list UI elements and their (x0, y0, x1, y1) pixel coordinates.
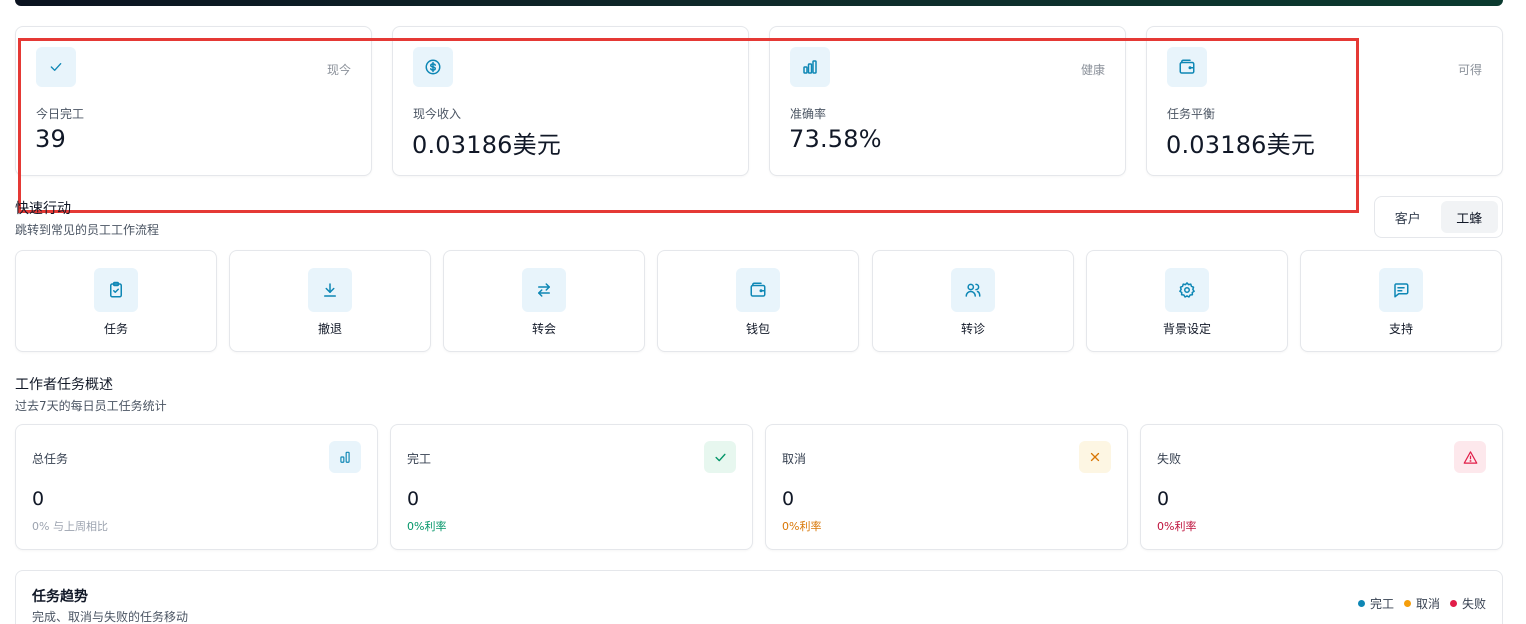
overview-label: 失败 (1157, 452, 1182, 466)
stat-tag: 可得 (1457, 63, 1482, 77)
stat-tag: 健康 (1080, 63, 1105, 77)
quick-actions-title: 快速行动 (15, 201, 71, 217)
overview-card-completed: 完工 0 0%利率 (390, 424, 753, 550)
overview-card-cancelled: 取消 0 0%利率 (765, 424, 1128, 550)
action-label: 支持 (1388, 322, 1413, 336)
action-label: 转会 (531, 322, 556, 336)
action-transfer[interactable]: 转会 (443, 250, 645, 352)
stat-card-completed-today: 现今 今日完工 39 (15, 26, 372, 176)
overview-card-total: 总任务 0 0% 与上周相比 (15, 424, 378, 550)
action-label: 背景设定 (1162, 322, 1211, 336)
action-settings[interactable]: 背景设定 (1086, 250, 1288, 352)
gear-icon (1165, 268, 1209, 312)
stat-value: 0.03186美元 (412, 131, 562, 159)
stat-card-task-balance: 可得 任务平衡 0.03186美元 (1146, 26, 1503, 176)
overview-value: 0 (32, 488, 45, 510)
action-label: 撤退 (317, 322, 342, 336)
overview-label: 总任务 (32, 452, 69, 466)
overview-value: 0 (1157, 488, 1170, 510)
stat-value: 73.58% (789, 125, 882, 153)
overview-value: 0 (407, 488, 420, 510)
overview-note: 0% 与上周相比 (32, 520, 108, 533)
legend-label: 失败 (1461, 597, 1486, 611)
stat-card-income: 现今收入 0.03186美元 (392, 26, 749, 176)
overview-note: 0%利率 (407, 520, 447, 533)
trend-legend: 完工 取消 失败 (1357, 595, 1486, 612)
download-icon (308, 268, 352, 312)
toggle-option-worker[interactable]: 工蜂 (1440, 201, 1498, 233)
trend-subtitle: 完成、取消与失败的任务移动 (32, 610, 189, 624)
trend-title: 任务趋势 (32, 589, 88, 605)
stat-value: 39 (35, 125, 66, 153)
legend-dot (1403, 600, 1411, 607)
legend-item-failed: 失败 (1449, 595, 1486, 612)
stat-label: 现今收入 (413, 107, 462, 121)
stat-tag: 现今 (326, 63, 351, 77)
action-support[interactable]: 支持 (1300, 250, 1502, 352)
stat-card-accuracy: 健康 准确率 73.58% (769, 26, 1126, 176)
task-trend-card: 任务趋势 完成、取消与失败的任务移动 完工 取消 失败 (15, 570, 1503, 624)
action-label: 转诊 (960, 322, 985, 336)
stat-value: 0.03186美元 (1166, 131, 1316, 159)
dollar-circle-icon (413, 47, 453, 87)
action-withdraw[interactable]: 撤退 (229, 250, 431, 352)
check-icon (704, 441, 736, 473)
action-referral[interactable]: 转诊 (872, 250, 1074, 352)
x-icon (1079, 441, 1111, 473)
overview-card-failed: 失败 0 0%利率 (1140, 424, 1503, 550)
legend-dot (1357, 600, 1365, 607)
action-wallet[interactable]: 钱包 (657, 250, 859, 352)
overview-note: 0%利率 (782, 520, 822, 533)
overview-value: 0 (782, 488, 795, 510)
overview-note: 0%利率 (1157, 520, 1197, 533)
bar-chart-icon (329, 441, 361, 473)
toggle-option-client[interactable]: 客户 (1379, 201, 1437, 233)
bar-chart-icon (790, 47, 830, 87)
legend-item-completed: 完工 (1357, 595, 1394, 612)
overview-label: 取消 (782, 452, 807, 466)
stat-label: 今日完工 (36, 107, 85, 121)
transfer-arrows-icon (522, 268, 566, 312)
legend-label: 完工 (1369, 597, 1394, 611)
action-label: 钱包 (745, 322, 770, 336)
legend-dot (1449, 600, 1457, 607)
quick-actions-subtitle: 跳转到常见的员工工作流程 (15, 223, 160, 237)
message-icon (1379, 268, 1423, 312)
warning-icon (1454, 441, 1486, 473)
overview-title: 工作者任务概述 (15, 377, 113, 393)
wallet-icon (1167, 47, 1207, 87)
stat-label: 准确率 (790, 107, 827, 121)
stat-label: 任务平衡 (1167, 107, 1216, 121)
role-toggle: 客户 工蜂 (1374, 196, 1503, 238)
overview-subtitle: 过去7天的每日员工任务统计 (15, 399, 167, 413)
check-icon (36, 47, 76, 87)
users-icon (951, 268, 995, 312)
action-tasks[interactable]: 任务 (15, 250, 217, 352)
legend-label: 取消 (1415, 597, 1440, 611)
legend-item-cancelled: 取消 (1403, 595, 1440, 612)
action-label: 任务 (103, 322, 128, 336)
clipboard-check-icon (94, 268, 138, 312)
top-banner (15, 0, 1503, 6)
wallet-icon (736, 268, 780, 312)
overview-label: 完工 (407, 452, 432, 466)
